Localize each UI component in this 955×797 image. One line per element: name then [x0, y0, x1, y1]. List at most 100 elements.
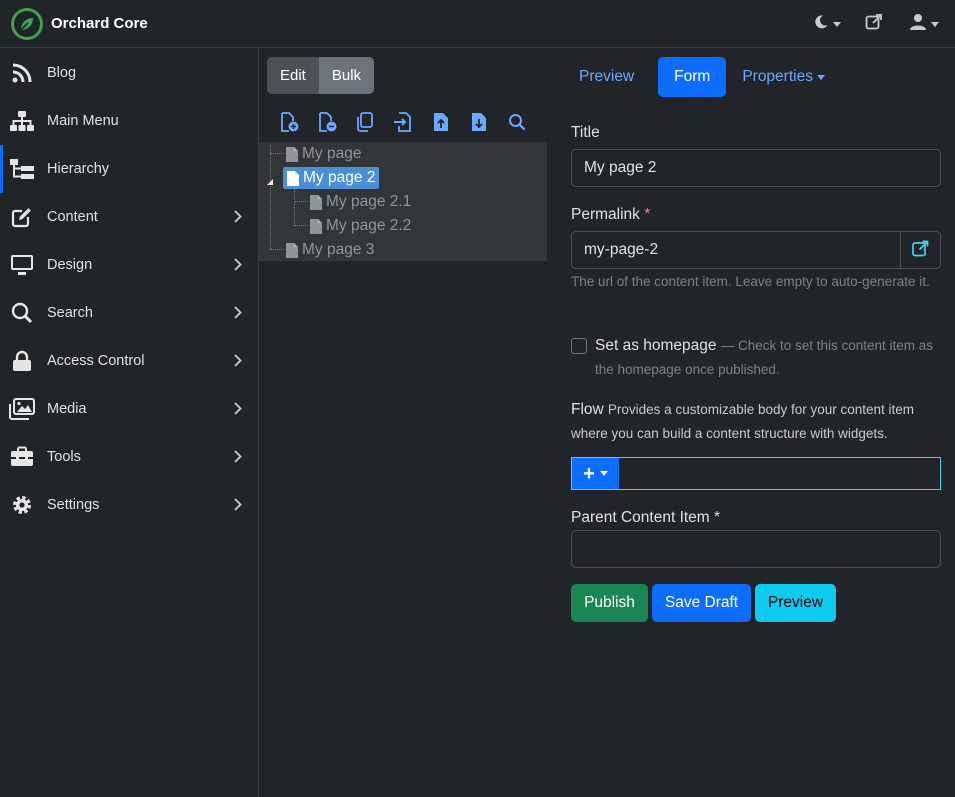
sidebar-item-label: Hierarchy: [47, 161, 110, 177]
search-icon: [9, 300, 35, 326]
tab-form[interactable]: Form: [658, 57, 727, 97]
plus-icon: +: [583, 462, 595, 485]
remove-file-icon[interactable]: [308, 112, 346, 132]
admin-sidebar: Blog Main Menu Hierarchy Content Design …: [0, 49, 259, 797]
theme-toggle-button[interactable]: [813, 14, 841, 34]
tree-node[interactable]: My page 2.1: [310, 191, 411, 213]
required-marker: *: [644, 206, 651, 223]
sidebar-item-label: Tools: [47, 449, 81, 465]
file-icon: [310, 194, 322, 210]
brand[interactable]: Orchard Core: [11, 7, 148, 40]
visit-site-button[interactable]: [865, 13, 883, 35]
title-label: Title: [571, 124, 600, 141]
sidebar-item-hierarchy[interactable]: Hierarchy: [0, 145, 258, 193]
external-link-icon: [911, 240, 929, 261]
monitor-icon: [9, 252, 35, 278]
file-icon: [310, 218, 322, 234]
tree-node[interactable]: My page 2.2: [310, 215, 411, 237]
homepage-checkbox[interactable]: [571, 338, 587, 354]
chevron-down-icon: [931, 21, 939, 27]
toolbox-icon: [9, 444, 35, 470]
sidebar-item-label: Access Control: [47, 353, 145, 369]
save-draft-button[interactable]: Save Draft: [652, 584, 751, 622]
tab-properties[interactable]: Properties: [742, 57, 833, 97]
file-icon: [287, 170, 299, 186]
sidebar-item-blog[interactable]: Blog: [0, 49, 258, 97]
tree-node[interactable]: My page 3: [286, 239, 374, 261]
search-icon[interactable]: [498, 112, 536, 132]
content-editor-panel: Preview Form Properties Title My page 2 …: [555, 49, 955, 797]
hierarchy-icon: [9, 156, 35, 182]
title-input[interactable]: My page 2: [571, 149, 941, 187]
sidebar-item-label: Blog: [47, 65, 77, 81]
open-permalink-button[interactable]: [900, 231, 941, 269]
chevron-down-icon: [599, 471, 608, 476]
upload-icon[interactable]: [422, 112, 460, 132]
homepage-label[interactable]: Set as homepage: [595, 337, 717, 354]
add-widget-button[interactable]: +: [572, 458, 619, 489]
sitemap-icon: [9, 108, 35, 134]
copy-icon[interactable]: [346, 112, 384, 132]
sidebar-item-settings[interactable]: Settings: [0, 481, 258, 529]
orchard-logo-icon: [11, 7, 43, 40]
sidebar-item-access-control[interactable]: Access Control: [0, 337, 258, 385]
file-icon: [286, 146, 298, 162]
edit-icon: [9, 204, 35, 230]
sidebar-item-label: Search: [47, 305, 93, 321]
parent-content-item-input[interactable]: [571, 530, 941, 568]
sidebar-item-label: Content: [47, 209, 98, 225]
editor-tabs: Preview Form Properties: [571, 57, 833, 97]
edit-mode-button[interactable]: Edit: [267, 57, 319, 94]
permalink-hint: The url of the content item. Leave empty…: [571, 274, 930, 289]
tab-preview[interactable]: Preview: [571, 57, 642, 97]
user-menu-button[interactable]: [909, 13, 939, 35]
flow-label: Flow: [571, 401, 604, 418]
sidebar-item-main-menu[interactable]: Main Menu: [0, 97, 258, 145]
gear-icon: [9, 492, 35, 518]
sidebar-item-label: Design: [47, 257, 93, 273]
sidebar-item-design[interactable]: Design: [0, 241, 258, 289]
collapse-toggle-icon[interactable]: [266, 173, 274, 190]
homepage-option: Set as homepage — Check to set this cont…: [595, 334, 945, 382]
mode-toggle: Edit Bulk: [267, 57, 375, 94]
chevron-right-icon: [234, 210, 242, 227]
chevron-right-icon: [234, 354, 242, 371]
content-tree: My page My page 2 My page 2.1 My page 2.…: [259, 142, 547, 261]
top-navbar: Orchard Core: [0, 0, 955, 48]
chevron-down-icon: [816, 74, 825, 80]
chevron-right-icon: [234, 498, 242, 515]
sidebar-item-search[interactable]: Search: [0, 289, 258, 337]
moon-icon: [813, 14, 829, 34]
add-file-icon[interactable]: [270, 112, 308, 132]
permalink-label: Permalink *: [571, 206, 651, 223]
bulk-mode-button[interactable]: Bulk: [318, 57, 375, 94]
permalink-input[interactable]: my-page-2: [571, 231, 901, 269]
chevron-down-icon: [833, 21, 841, 27]
rss-icon: [9, 60, 35, 86]
sidebar-item-tools[interactable]: Tools: [0, 433, 258, 481]
publish-button[interactable]: Publish: [571, 584, 648, 622]
sidebar-item-label: Media: [47, 401, 87, 417]
move-icon[interactable]: [384, 112, 422, 132]
sidebar-item-label: Main Menu: [47, 113, 119, 129]
brand-name: Orchard Core: [51, 15, 148, 32]
chevron-right-icon: [234, 450, 242, 467]
parent-content-item-label: Parent Content Item *: [571, 509, 721, 526]
sidebar-item-label: Settings: [47, 497, 100, 513]
download-icon[interactable]: [460, 112, 498, 132]
chevron-right-icon: [234, 258, 242, 275]
chevron-right-icon: [234, 402, 242, 419]
lock-icon: [9, 348, 35, 374]
flow-widget-container: +: [571, 457, 941, 490]
chevron-right-icon: [234, 306, 242, 323]
user-icon: [909, 13, 927, 35]
external-link-icon: [865, 13, 883, 35]
sidebar-item-content[interactable]: Content: [0, 193, 258, 241]
tree-node[interactable]: My page: [286, 143, 361, 165]
tree-node-selected[interactable]: My page 2: [283, 167, 380, 189]
sidebar-item-media[interactable]: Media: [0, 385, 258, 433]
flow-description: Provides a customizable body for your co…: [571, 402, 915, 441]
preview-button[interactable]: Preview: [755, 584, 836, 622]
tree-toolbar: [270, 112, 536, 132]
flow-section-header: Flow Provides a customizable body for yo…: [571, 398, 943, 446]
